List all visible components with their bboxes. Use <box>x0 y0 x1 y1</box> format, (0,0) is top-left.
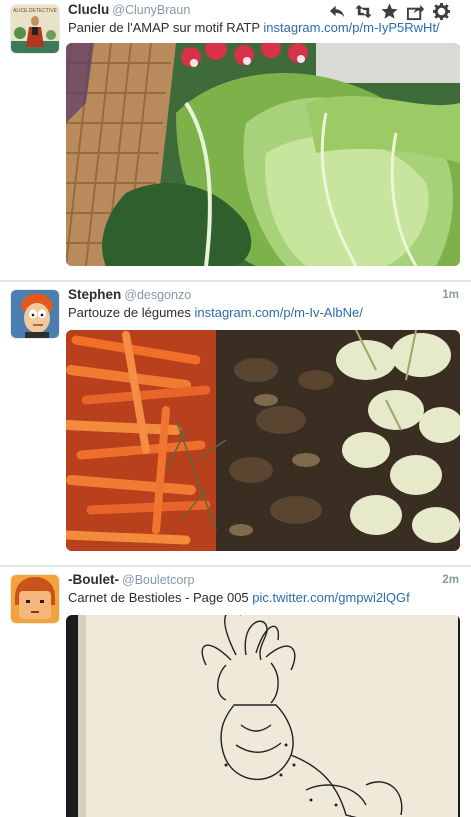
tweet-actions <box>328 2 451 21</box>
tweet-link[interactable]: pic.twitter.com/gmpwi2lQGf <box>252 590 410 605</box>
tweet[interactable]: -Boulet- @Bouletcorp 2m Carnet de Bestiol… <box>0 566 471 817</box>
fullname[interactable]: -Boulet- <box>68 572 119 587</box>
tweet-link[interactable]: instagram.com/p/m-Iv-AlbNe/ <box>194 305 362 320</box>
reply-icon[interactable] <box>328 2 347 21</box>
tweet-text-body: Panier de l'AMAP sur motif RATP <box>68 20 260 35</box>
tweet-text: Partouze de légumes instagram.com/p/m-Iv… <box>68 305 459 320</box>
media-photo[interactable] <box>66 43 460 266</box>
fullname[interactable]: Stephen <box>68 287 121 302</box>
avatar[interactable] <box>11 290 59 338</box>
tweet-header: Stephen @desgonzo 1m <box>68 287 459 305</box>
favorite-icon[interactable] <box>380 2 399 21</box>
timestamp[interactable]: 2m <box>442 574 459 586</box>
tweet-header: -Boulet- @Bouletcorp 2m <box>68 572 459 590</box>
timeline: ALICE DETECTIVE Cluclu @ClunyBraun Panie… <box>0 0 471 817</box>
tweet-header: Cluclu @ClunyBraun <box>68 2 459 21</box>
tweet-link[interactable]: instagram.com/p/m-IyP5RwHt/ <box>263 20 439 35</box>
username[interactable]: @ClunyBraun <box>112 3 190 17</box>
tweet-text: Carnet de Bestioles - Page 005 pic.twitt… <box>68 590 459 605</box>
fullname[interactable]: Cluclu <box>68 2 109 17</box>
retweet-icon[interactable] <box>354 2 373 21</box>
avatar[interactable]: ALICE DETECTIVE <box>11 5 59 53</box>
timestamp[interactable]: 1m <box>442 289 459 301</box>
avatar-title: ALICE DETECTIVE <box>13 8 58 14</box>
username[interactable]: @desgonzo <box>124 288 191 302</box>
media-photo[interactable] <box>66 615 460 817</box>
tweet-text-body: Partouze de légumes <box>68 305 191 320</box>
share-icon[interactable] <box>406 2 425 21</box>
more-icon[interactable] <box>432 2 451 21</box>
tweet[interactable]: Stephen @desgonzo 1m Partouze de légumes … <box>0 281 471 566</box>
tweet[interactable]: ALICE DETECTIVE Cluclu @ClunyBraun Panie… <box>0 0 471 281</box>
username[interactable]: @Bouletcorp <box>122 573 194 587</box>
tweet-text-body: Carnet de Bestioles - Page 005 <box>68 590 249 605</box>
media-photo[interactable] <box>66 330 460 551</box>
avatar[interactable] <box>11 575 59 623</box>
tweet-text: Panier de l'AMAP sur motif RATP instagra… <box>68 20 459 35</box>
